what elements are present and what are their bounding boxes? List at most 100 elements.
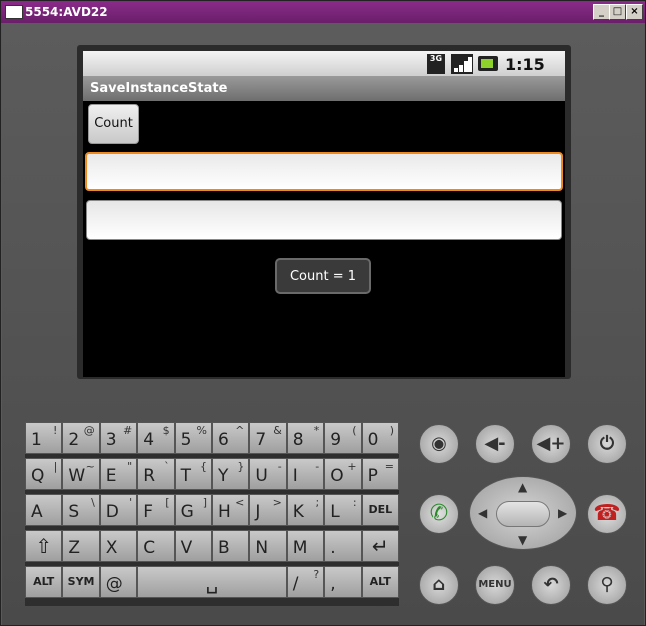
key-row4-7[interactable]: M <box>286 530 325 562</box>
dpad-down-icon[interactable]: ▼ <box>518 533 527 547</box>
key-row1-9[interactable]: 0) <box>361 422 399 454</box>
slash-key-label: / <box>292 574 299 594</box>
dpad[interactable]: ▲ ▼ ◀ ▶ <box>469 476 577 550</box>
close-button[interactable]: × <box>626 4 643 20</box>
maximize-button[interactable]: □ <box>609 4 626 20</box>
text-field-1[interactable] <box>85 152 563 191</box>
slash-key[interactable]: /? <box>286 566 325 598</box>
key-alt-label: = <box>384 460 394 473</box>
alt-left-key[interactable]: ALT <box>25 566 63 598</box>
key-row2-2[interactable]: E " <box>99 458 138 490</box>
key-alt-label: | <box>53 460 58 473</box>
key-main-label: Y <box>218 466 229 486</box>
key-row3-7[interactable]: K; <box>286 494 325 526</box>
key-row2-6[interactable]: U- <box>249 458 287 490</box>
alt-right-key[interactable]: ALT <box>361 566 399 598</box>
dpad-left-icon[interactable]: ◀ <box>478 506 487 520</box>
search-button[interactable]: ⚲ <box>587 565 627 605</box>
search-icon: ⚲ <box>600 574 614 595</box>
key-alt-label: : <box>352 496 357 509</box>
key-main-label: V <box>180 538 193 558</box>
key-row2-4[interactable]: T{ <box>174 458 212 490</box>
volume-down-button[interactable]: ◀- <box>475 424 515 464</box>
key-row2-8[interactable]: O + <box>324 458 362 490</box>
text-field-2[interactable] <box>86 200 562 240</box>
end-call-button[interactable]: ☎ <box>587 494 627 534</box>
key-main-label: L <box>330 502 340 522</box>
key-main-label: 8 <box>292 430 304 450</box>
space-key[interactable]: ␣ <box>137 566 287 598</box>
key-row2-9[interactable]: P = <box>361 458 399 490</box>
key-main-label: T <box>180 466 191 486</box>
key-row3-9[interactable]: DEL <box>361 494 399 526</box>
clock-time: 1:15 <box>505 55 545 74</box>
network-3g-icon: 3G <box>427 54 445 74</box>
key-row4-8[interactable]: . <box>324 530 362 562</box>
key-row4-4[interactable]: V <box>174 530 212 562</box>
dpad-right-icon[interactable]: ▶ <box>558 506 567 520</box>
back-icon: ↶ <box>543 574 559 595</box>
at-key[interactable]: @ <box>99 566 138 598</box>
key-row2-5[interactable]: Y} <box>212 458 250 490</box>
key-row4-9[interactable]: ↵ <box>361 530 399 562</box>
minimize-button[interactable]: _ <box>593 4 610 20</box>
key-row3-4[interactable]: G] <box>174 494 212 526</box>
key-row3-1[interactable]: S \ <box>62 494 100 526</box>
key-alt-label: * <box>313 424 320 437</box>
count-button[interactable]: Count <box>88 104 139 144</box>
key-row1-4[interactable]: 5% <box>174 422 212 454</box>
key-row4-1[interactable]: Z <box>62 530 100 562</box>
key-row1-6[interactable]: 7 & <box>249 422 287 454</box>
title-bar: 5554:AVD22 _ □ × <box>1 1 645 23</box>
key-row1-2[interactable]: 3 # <box>99 422 138 454</box>
key-alt-label: " <box>127 460 133 473</box>
power-icon: ⏻ <box>599 433 615 454</box>
call-button[interactable]: ✆ <box>419 494 459 534</box>
signal-icon <box>451 54 473 74</box>
key-row2-7[interactable]: I- <box>286 458 325 490</box>
key-row3-8[interactable]: L: <box>324 494 362 526</box>
key-row1-7[interactable]: 8 * <box>286 422 325 454</box>
key-alt-label: % <box>196 424 207 437</box>
key-alt-label: ` <box>164 460 170 473</box>
key-row1-0[interactable]: 1! <box>25 422 63 454</box>
key-main-label: X <box>105 538 118 558</box>
key-main-label: B <box>218 538 230 558</box>
key-row2-0[interactable]: Q | <box>25 458 63 490</box>
key-row1-1[interactable]: 2 @ <box>62 422 100 454</box>
key-row1-3[interactable]: 4 $ <box>137 422 175 454</box>
key-main-label: E <box>105 466 117 486</box>
key-alt-label: ] <box>202 496 207 509</box>
key-row4-2[interactable]: X <box>99 530 138 562</box>
menu-button[interactable]: MENU <box>475 565 515 605</box>
key-row3-5[interactable]: H < <box>212 494 250 526</box>
key-row3-3[interactable]: F[ <box>137 494 175 526</box>
key-main-label: U <box>255 466 268 486</box>
key-row4-5[interactable]: B <box>212 530 250 562</box>
sym-key[interactable]: SYM <box>62 566 100 598</box>
key-row4-6[interactable]: N <box>249 530 287 562</box>
home-button[interactable]: ⌂ <box>419 565 459 605</box>
key-row4-3[interactable]: C <box>137 530 175 562</box>
key-row3-2[interactable]: D ' <box>99 494 138 526</box>
call-icon: ✆ <box>429 501 449 526</box>
key-row3-0[interactable]: A <box>25 494 63 526</box>
camera-button[interactable]: ◉ <box>419 424 459 464</box>
volume-up-button[interactable]: ◀+ <box>531 424 571 464</box>
key-row1-8[interactable]: 9( <box>324 422 362 454</box>
key-row2-1[interactable]: W ~ <box>62 458 100 490</box>
comma-key[interactable]: , <box>324 566 362 598</box>
key-row2-3[interactable]: R ` <box>137 458 175 490</box>
key-main-label: D <box>105 502 119 522</box>
key-row4-0[interactable]: ⇧ <box>25 530 63 562</box>
back-button[interactable]: ↶ <box>531 565 571 605</box>
key-main-label: ⇧ <box>35 534 53 558</box>
status-bar: 3G 1:15 PM <box>83 51 565 92</box>
key-main-label: K <box>292 502 304 522</box>
key-row3-6[interactable]: J > <box>249 494 287 526</box>
key-row1-5[interactable]: 6 ^ <box>212 422 250 454</box>
dpad-center-button[interactable] <box>496 501 550 527</box>
dpad-up-icon[interactable]: ▲ <box>518 480 527 494</box>
key-alt-label: \ <box>91 496 95 509</box>
power-button[interactable]: ⏻ <box>587 424 627 464</box>
